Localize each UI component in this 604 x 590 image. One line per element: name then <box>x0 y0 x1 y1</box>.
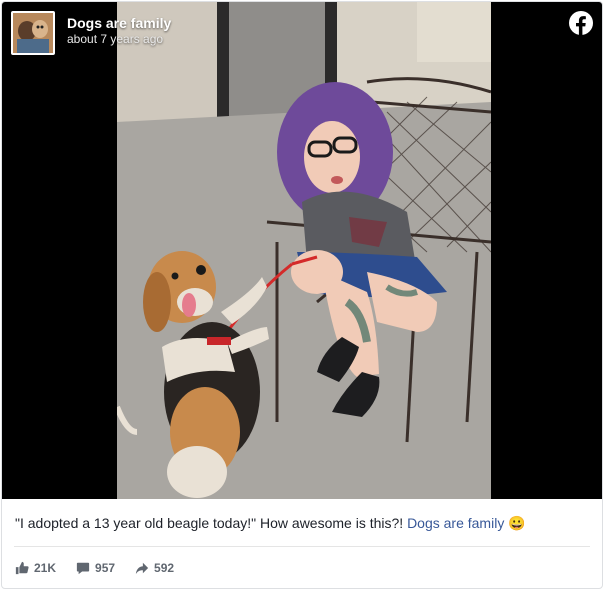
post-caption: "I adopted a 13 year old beagle today!" … <box>15 514 591 532</box>
like-count-value: 21K <box>34 561 57 575</box>
comment-count[interactable]: 957 <box>76 561 115 575</box>
facebook-icon[interactable] <box>569 11 593 35</box>
share-arrow-icon <box>135 562 149 575</box>
post-photo[interactable] <box>117 2 491 499</box>
post-header: Dogs are family about 7 years ago <box>11 11 171 55</box>
page-name[interactable]: Dogs are family <box>67 15 171 32</box>
like-count[interactable]: 21K <box>15 561 56 575</box>
share-count-value: 592 <box>154 561 175 575</box>
divider <box>14 546 590 547</box>
facebook-post-embed: Dogs are family about 7 years ago "I ado… <box>1 1 603 589</box>
smiley-emoji: 😀 <box>508 515 526 531</box>
page-avatar[interactable] <box>11 11 55 55</box>
caption-text: "I adopted a 13 year old beagle today!" … <box>15 515 408 531</box>
share-count[interactable]: 592 <box>135 561 174 575</box>
caption-page-link[interactable]: Dogs are family <box>407 515 504 531</box>
thumbs-up-icon <box>15 561 29 575</box>
post-media[interactable]: Dogs are family about 7 years ago <box>2 2 602 499</box>
engagement-stats: 21K 957 592 <box>15 561 194 575</box>
comment-count-value: 957 <box>95 561 116 575</box>
comment-bubble-icon <box>76 562 90 575</box>
post-timestamp[interactable]: about 7 years ago <box>67 32 171 47</box>
